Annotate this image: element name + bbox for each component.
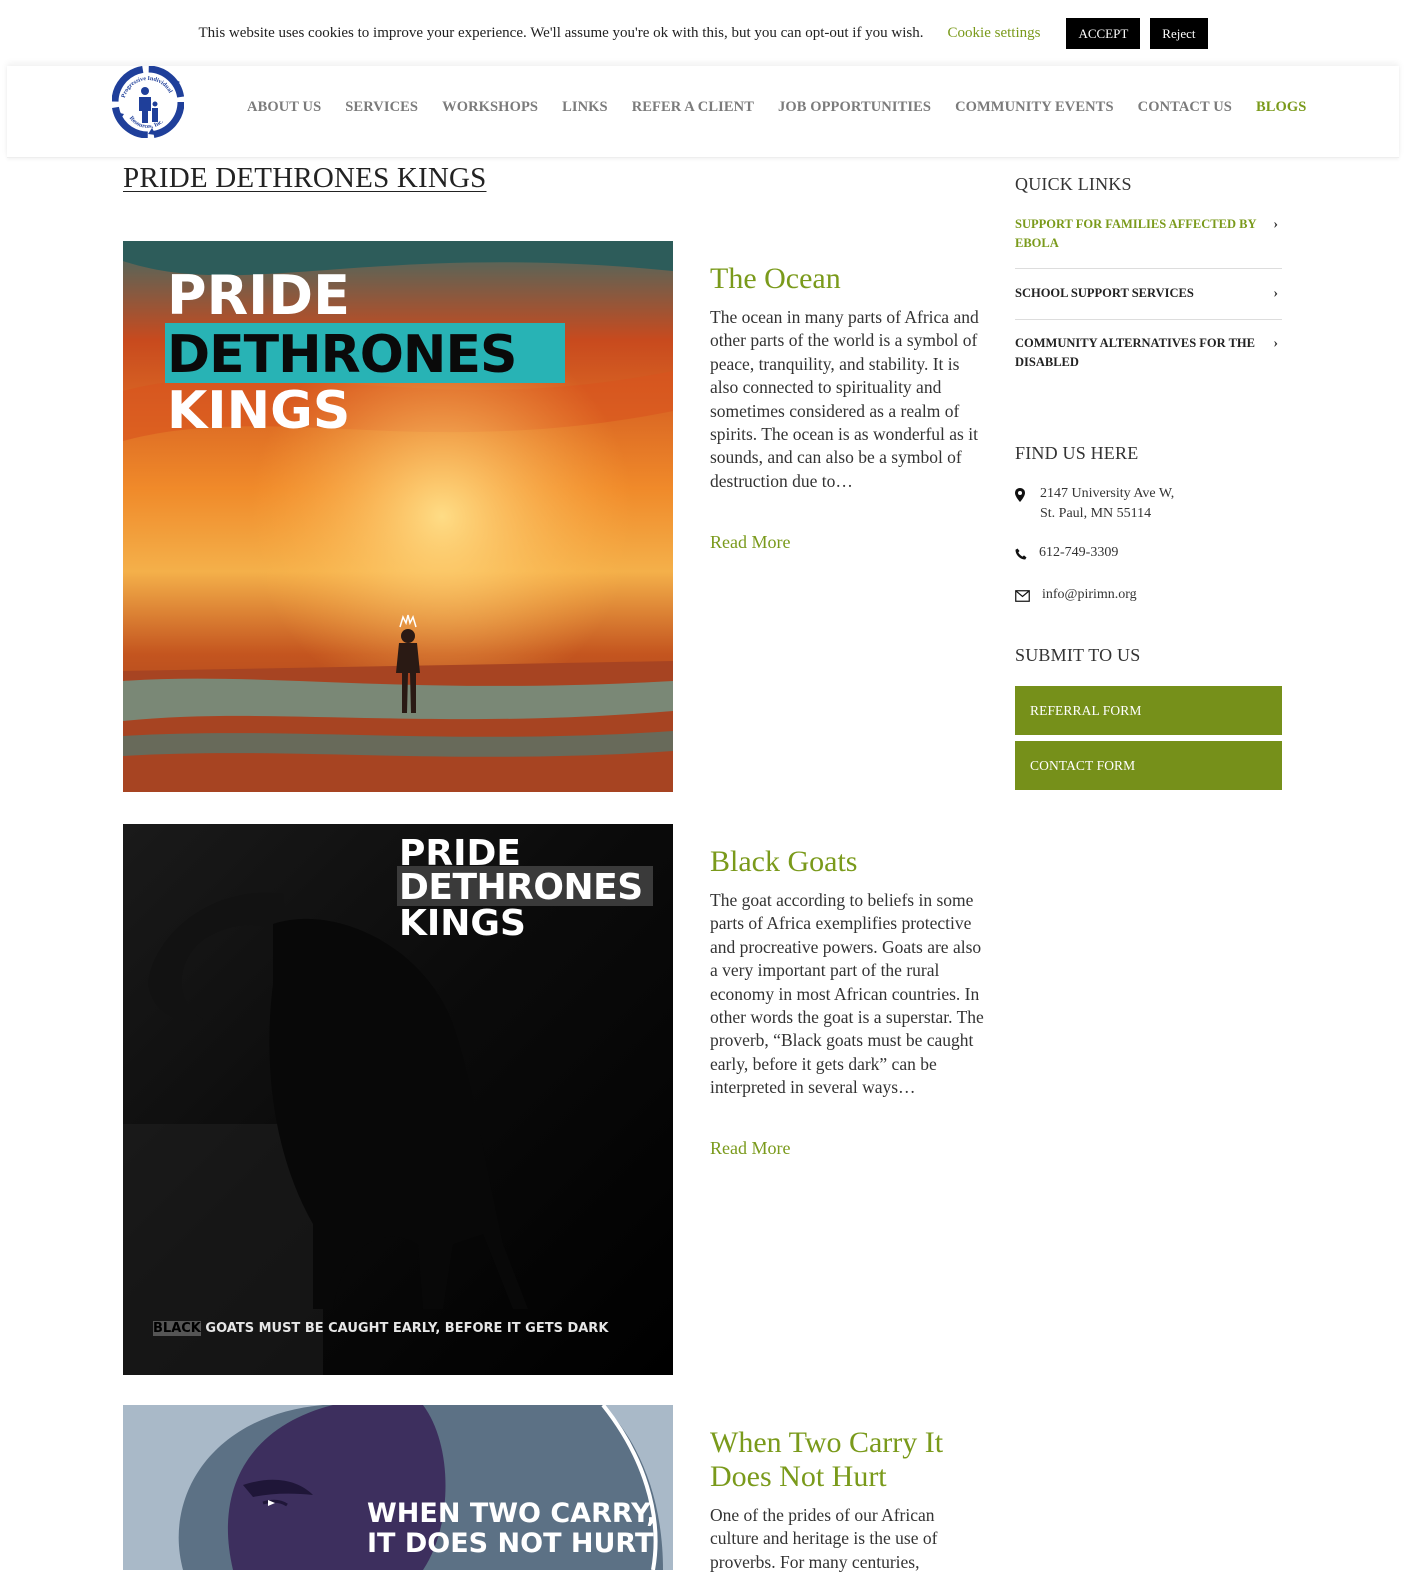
nav-links[interactable]: LINKS xyxy=(562,99,608,116)
poster-line-1: PRIDE xyxy=(167,264,350,327)
map-pin-icon xyxy=(1015,484,1031,509)
referral-form-button[interactable]: REFERRAL FORM xyxy=(1015,686,1282,735)
poster-line-1: WHEN TWO CARRY, xyxy=(367,1498,657,1529)
find-us-heading: FIND US HERE xyxy=(1015,443,1139,463)
chevron-right-icon: › xyxy=(1273,336,1278,351)
nav-about-us[interactable]: ABOUT US xyxy=(247,99,321,116)
poster-line-2: DETHRONES xyxy=(399,867,643,908)
quick-link-ebola[interactable]: SUPPORT FOR FAMILIES AFFECTED BY EBOLA › xyxy=(1015,215,1282,253)
site-logo[interactable]: Progressive Individual Resources, Inc. xyxy=(111,65,185,139)
cookie-banner: This website uses cookies to improve you… xyxy=(0,0,1406,66)
post-image-ocean[interactable]: PRIDE DETHRONES KINGS xyxy=(123,241,673,792)
chevron-right-icon: › xyxy=(1273,286,1278,301)
site-header: Progressive Individual Resources, Inc. A… xyxy=(7,65,1399,158)
post-title[interactable]: Black Goats xyxy=(710,845,857,879)
email-address[interactable]: info@pirimn.org xyxy=(1042,585,1137,605)
post-excerpt: The goat according to beliefs in some pa… xyxy=(710,890,984,1098)
cookie-accept-button[interactable]: ACCEPT xyxy=(1066,17,1141,49)
submit-heading: SUBMIT TO US xyxy=(1015,645,1141,665)
nav-community-events[interactable]: COMMUNITY EVENTS xyxy=(955,99,1114,116)
divider xyxy=(1015,268,1282,269)
quick-links-heading: QUICK LINKS xyxy=(1015,174,1132,194)
nav-workshops[interactable]: WORKSHOPS xyxy=(442,99,538,116)
nav-job-opportunities[interactable]: JOB OPPORTUNITIES xyxy=(778,99,931,116)
nav-contact-us[interactable]: CONTACT US xyxy=(1138,99,1232,116)
nav-blogs[interactable]: BLOGS xyxy=(1256,99,1306,116)
chevron-right-icon: › xyxy=(1273,217,1278,232)
read-more-link[interactable]: Read More xyxy=(710,532,790,553)
post-title[interactable]: The Ocean xyxy=(710,262,841,296)
poster-caption-rest: GOATS MUST BE CAUGHT EARLY, BEFORE IT GE… xyxy=(200,1321,609,1336)
quick-link-school-support[interactable]: SCHOOL SUPPORT SERVICES › xyxy=(1015,284,1282,303)
page-title: PRIDE DETHRONES KINGS xyxy=(123,162,487,194)
poster-line-3: KINGS xyxy=(167,381,351,441)
quick-link-label: COMMUNITY ALTERNATIVES FOR THE DISABLED xyxy=(1015,336,1255,369)
post-title[interactable]: When Two Carry It Does Not Hurt xyxy=(710,1426,970,1494)
nav-refer-a-client[interactable]: REFER A CLIENT xyxy=(632,99,754,116)
quick-link-label: SUPPORT FOR FAMILIES AFFECTED BY EBOLA xyxy=(1015,217,1257,250)
cookie-reject-button[interactable]: Reject xyxy=(1150,17,1208,49)
post-image-black-goats[interactable]: PRIDE DETHRONES KINGS BLACK GOATS MUST B… xyxy=(123,824,673,1375)
poster-caption: BLACK GOATS MUST BE CAUGHT EARLY, BEFORE… xyxy=(153,1321,608,1336)
contact-form-button[interactable]: CONTACT FORM xyxy=(1015,741,1282,790)
poster-line-3: KINGS xyxy=(399,903,526,944)
divider xyxy=(1015,319,1282,320)
address-line-2: St. Paul, MN 55114 xyxy=(1040,506,1152,521)
mail-icon xyxy=(1015,585,1031,609)
poster-line-2: DETHRONES xyxy=(167,325,517,385)
poster-line-2: IT DOES NOT HURT xyxy=(367,1528,654,1559)
address-line-1: 2147 University Ave W, xyxy=(1040,486,1175,501)
poster-caption-first: BLACK xyxy=(153,1321,201,1336)
phone-icon xyxy=(1015,543,1031,567)
cookie-settings-link[interactable]: Cookie settings xyxy=(948,25,1041,42)
cookie-message: This website uses cookies to improve you… xyxy=(198,24,924,41)
post-excerpt: The ocean in many parts of Africa and ot… xyxy=(710,307,979,491)
quick-link-label: SCHOOL SUPPORT SERVICES xyxy=(1015,286,1194,300)
read-more-link[interactable]: Read More xyxy=(710,1138,790,1159)
phone-number[interactable]: 612-749-3309 xyxy=(1039,543,1118,563)
quick-link-community-alternatives[interactable]: COMMUNITY ALTERNATIVES FOR THE DISABLED … xyxy=(1015,334,1282,372)
post-image-when-two-carry[interactable]: WHEN TWO CARRY, IT DOES NOT HURT xyxy=(123,1405,673,1570)
nav-services[interactable]: SERVICES xyxy=(345,99,418,116)
main-nav: ABOUT US SERVICES WORKSHOPS LINKS REFER … xyxy=(247,99,1306,116)
post-excerpt: One of the prides of our African culture… xyxy=(710,1505,938,1572)
